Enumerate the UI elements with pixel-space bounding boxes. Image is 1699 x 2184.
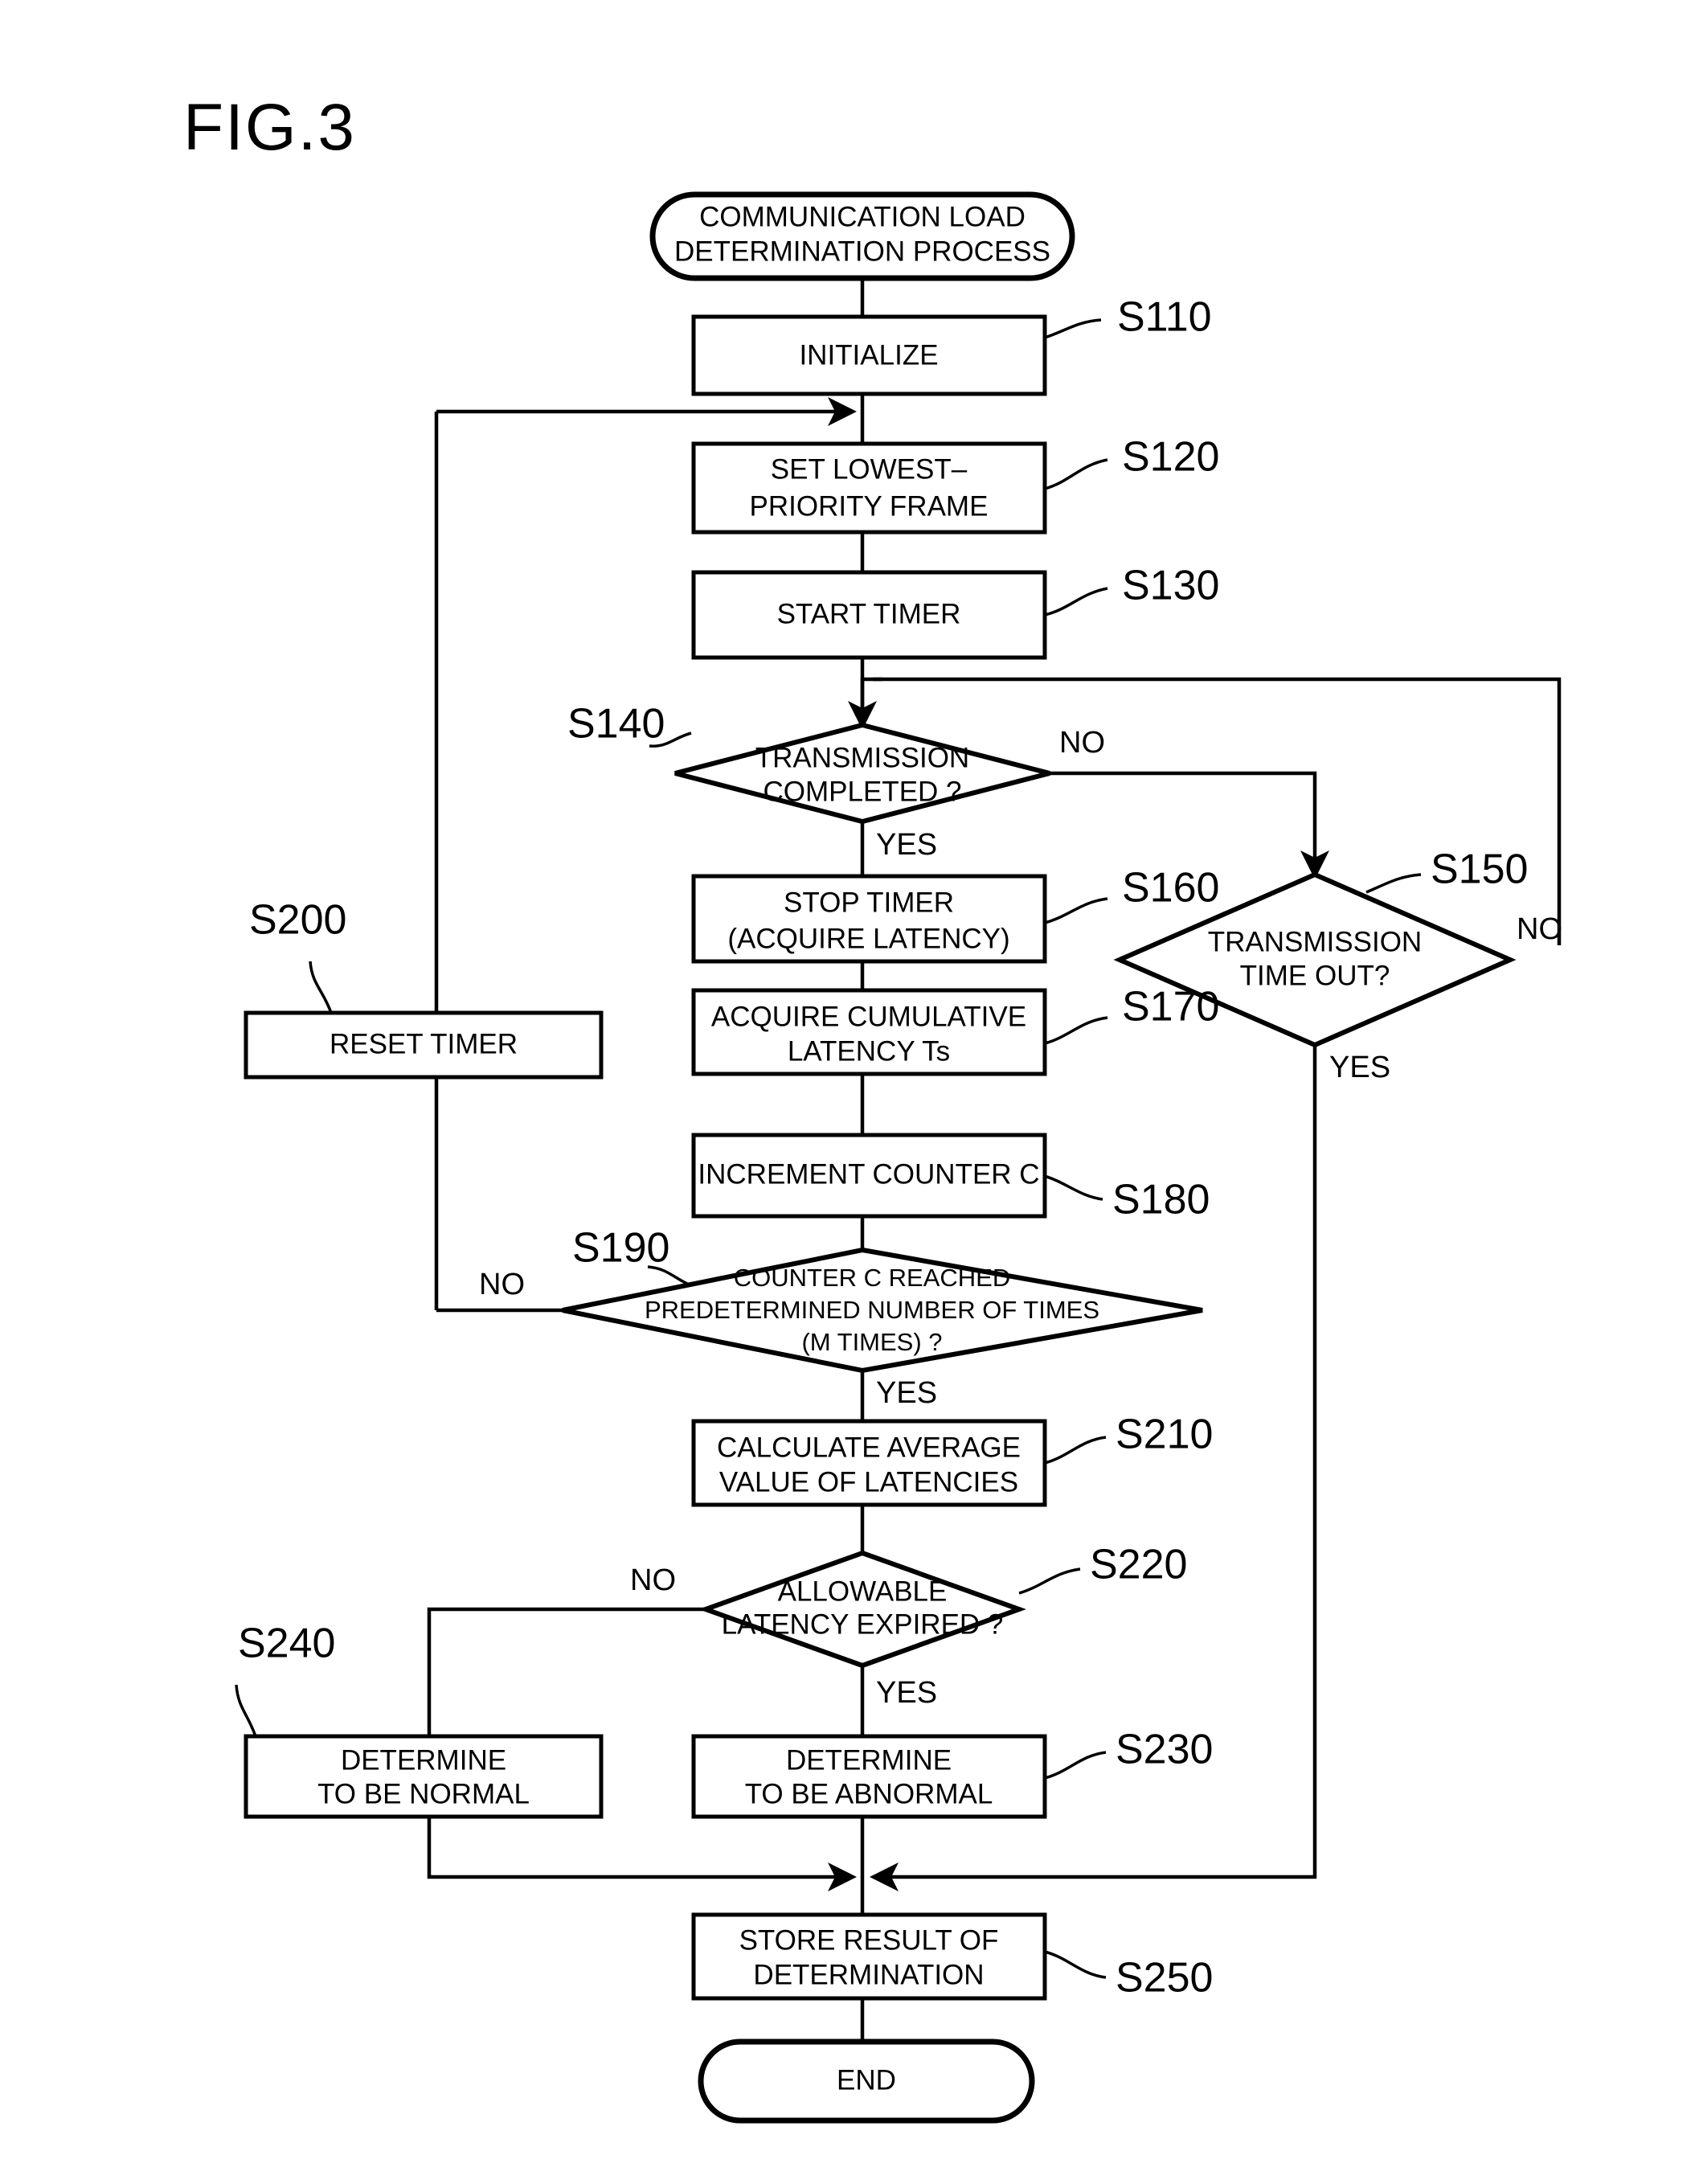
step-ref-s120: S120 <box>1122 434 1219 481</box>
node-s160-stop-timer[interactable]: STOP TIMER (ACQUIRE LATENCY) <box>691 874 1047 964</box>
node-s130-start-timer[interactable]: START TIMER <box>691 570 1047 660</box>
leader-s150 <box>1365 873 1422 894</box>
node-start[interactable]: COMMUNICATION LOAD DETERMINATION PROCESS <box>649 191 1075 281</box>
node-s190-line2: PREDETERMINED NUMBER OF TIMES <box>645 1296 1099 1324</box>
node-s240-determine-to-be-normal[interactable]: DETERMINE TO BE NORMAL <box>244 1734 604 1819</box>
leader-s160 <box>1044 897 1108 924</box>
node-s140-transmission-completed[interactable]: TRANSMISSION COMPLETED ? <box>674 722 1050 825</box>
step-ref-s240: S240 <box>238 1621 335 1667</box>
node-s140-line2: COMPLETED ? <box>764 776 962 807</box>
connector-s240-to-merge <box>427 1817 857 1891</box>
node-s150-line1: TRANSMISSION <box>1208 926 1422 957</box>
step-ref-s230: S230 <box>1116 1727 1213 1773</box>
node-s170-line1: ACQUIRE CUMULATIVE <box>711 1001 1026 1032</box>
step-ref-s200: S200 <box>249 897 346 944</box>
branch-label-s190-yes: YES <box>876 1376 937 1410</box>
step-ref-s110: S110 <box>1117 294 1212 341</box>
node-s180-line1: INCREMENT COUNTER C <box>698 1158 1039 1190</box>
node-s240-line1: DETERMINE <box>341 1744 506 1776</box>
branch-label-s150-no: NO <box>1517 912 1562 946</box>
leader-s210 <box>1044 1436 1107 1465</box>
branch-label-s220-yes: YES <box>876 1676 937 1710</box>
connector-s140-no-to-s150 <box>1050 771 1329 879</box>
step-ref-s220: S220 <box>1090 1542 1187 1588</box>
node-s200-reset-timer[interactable]: RESET TIMER <box>244 1010 604 1080</box>
node-end[interactable]: END <box>698 2039 1035 2124</box>
node-s120-line2: PRIORITY FRAME <box>750 490 989 522</box>
step-ref-s150: S150 <box>1431 846 1528 893</box>
leader-s230 <box>1044 1751 1107 1780</box>
node-s120-line1: SET LOWEST– <box>771 453 968 485</box>
leader-s250 <box>1044 1950 1107 1979</box>
node-s180-increment-counter[interactable]: INCREMENT COUNTER C <box>691 1133 1047 1219</box>
node-s250-store-result[interactable]: STORE RESULT OF DETERMINATION <box>691 1912 1047 2001</box>
step-ref-s190: S190 <box>572 1225 669 1272</box>
node-s170-acquire-cumulative-latency[interactable]: ACQUIRE CUMULATIVE LATENCY Ts <box>691 988 1047 1076</box>
leader-s170 <box>1044 1016 1108 1045</box>
branch-label-s140-no: NO <box>1059 726 1105 760</box>
step-ref-s180: S180 <box>1112 1177 1210 1223</box>
leader-s110 <box>1044 318 1102 339</box>
node-s160-line2: (ACQUIRE LATENCY) <box>727 923 1009 954</box>
node-s110-initialize[interactable]: INITIALIZE <box>691 314 1047 396</box>
node-s230-determine-to-be-abnormal[interactable]: DETERMINE TO BE ABNORMAL <box>691 1734 1047 1819</box>
leader-s240 <box>235 1684 257 1737</box>
connector-s150-no-into-s140 <box>848 677 882 730</box>
step-ref-s140: S140 <box>567 701 665 748</box>
node-s230-line2: TO BE ABNORMAL <box>745 1778 993 1809</box>
node-s190-line3: (M TIMES) ? <box>801 1328 942 1356</box>
branch-label-s220-no: NO <box>630 1563 676 1597</box>
branch-label-s140-yes: YES <box>876 828 937 862</box>
node-s220-line1: ALLOWABLE <box>778 1576 948 1607</box>
branch-label-s150-yes: YES <box>1329 1051 1390 1084</box>
node-s130-line1: START TIMER <box>777 598 961 629</box>
step-ref-s250: S250 <box>1116 1955 1213 2002</box>
leader-s200 <box>309 961 333 1014</box>
node-s230-line1: DETERMINE <box>786 1744 952 1776</box>
node-start-line1: COMMUNICATION LOAD <box>699 201 1026 232</box>
node-s110-line1: INITIALIZE <box>799 339 938 371</box>
step-ref-s160: S160 <box>1122 865 1219 912</box>
node-s210-line1: CALCULATE AVERAGE <box>717 1432 1021 1463</box>
node-s240-line2: TO BE NORMAL <box>317 1778 530 1809</box>
leader-s120 <box>1044 458 1108 490</box>
node-s120-set-lowest-priority-frame[interactable]: SET LOWEST– PRIORITY FRAME <box>691 441 1047 535</box>
connector-s220-no-to-s240 <box>427 1607 706 1736</box>
node-start-line2: DETERMINATION PROCESS <box>674 236 1050 267</box>
node-s150-line2: TIME OUT? <box>1240 960 1390 991</box>
node-end-line1: END <box>837 2064 896 2096</box>
node-s210-calculate-average[interactable]: CALCULATE AVERAGE VALUE OF LATENCIES <box>691 1419 1047 1507</box>
leader-s220 <box>1018 1567 1081 1595</box>
leader-s180 <box>1041 1174 1103 1201</box>
node-s220-line2: LATENCY EXPIRED ? <box>722 1608 1004 1640</box>
node-s250-line1: STORE RESULT OF <box>739 1924 999 1956</box>
step-ref-s130: S130 <box>1122 563 1219 609</box>
leader-s130 <box>1044 587 1108 617</box>
node-s210-line2: VALUE OF LATENCIES <box>719 1466 1018 1498</box>
node-s140-line1: TRANSMISSION <box>755 742 969 773</box>
node-s190-line1: COUNTER C REACHED <box>734 1264 1010 1292</box>
node-s170-line2: LATENCY Ts <box>788 1035 950 1067</box>
node-s200-line1: RESET TIMER <box>330 1028 518 1059</box>
step-ref-s210: S210 <box>1116 1412 1213 1458</box>
step-ref-s170: S170 <box>1122 984 1219 1031</box>
node-s250-line2: DETERMINATION <box>753 1959 984 1990</box>
branch-label-s190-no: NO <box>479 1268 525 1301</box>
figure-page: FIG.3 COMMUNICATION LOAD DETERMINATION P… <box>0 0 1699 2184</box>
node-s160-line1: STOP TIMER <box>784 887 954 918</box>
node-s220-allowable-latency-expired[interactable]: ALLOWABLE LATENCY EXPIRED ? <box>698 1550 1026 1669</box>
flowchart-canvas: COMMUNICATION LOAD DETERMINATION PROCESS… <box>235 191 1562 2124</box>
